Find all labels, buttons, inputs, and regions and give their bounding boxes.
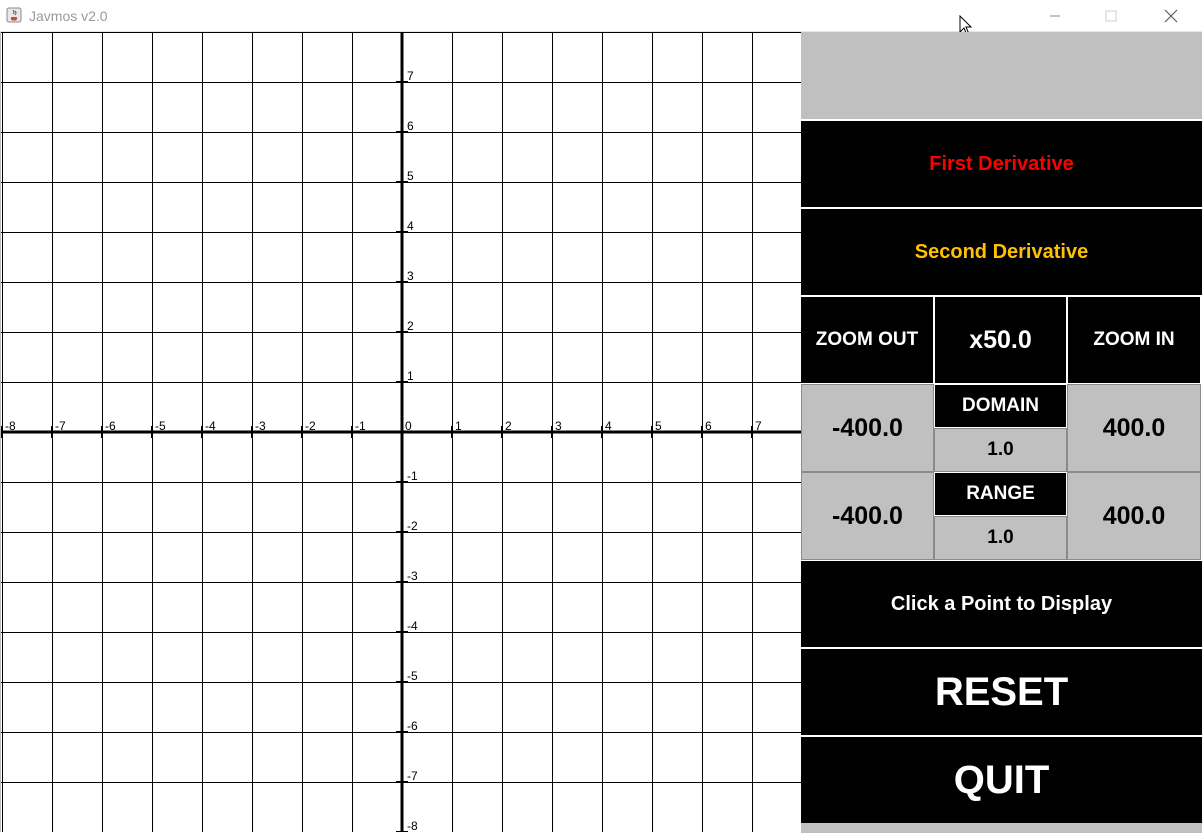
x-tick-label: 6 bbox=[705, 419, 712, 433]
y-tick-label: -3 bbox=[407, 569, 418, 583]
reset-button[interactable]: RESET bbox=[801, 649, 1202, 735]
reset-label: RESET bbox=[934, 669, 1069, 714]
x-tick-label: 1 bbox=[455, 419, 462, 433]
function-input[interactable] bbox=[801, 32, 1202, 119]
quit-label: QUIT bbox=[953, 757, 1050, 802]
y-tick-label: 6 bbox=[407, 119, 414, 133]
x-tick-label: -6 bbox=[105, 419, 116, 433]
domain-step-value: 1.0 bbox=[987, 439, 1014, 460]
y-tick-label: -7 bbox=[407, 769, 418, 783]
point-display-text: Click a Point to Display bbox=[890, 592, 1113, 615]
range-step-value: 1.0 bbox=[987, 527, 1014, 548]
second-derivative-button[interactable]: Second Derivative bbox=[801, 209, 1202, 295]
y-tick-label: -8 bbox=[407, 819, 418, 832]
zoom-in-button[interactable]: ZOOM IN bbox=[1068, 297, 1200, 383]
domain-label: DOMAIN bbox=[935, 385, 1066, 427]
maximize-button[interactable] bbox=[1088, 0, 1134, 32]
domain-max-value: 400.0 bbox=[1102, 413, 1166, 442]
x-tick-label: 3 bbox=[555, 419, 562, 433]
window-title: Javmos v2.0 bbox=[29, 8, 108, 24]
x-tick-label: 5 bbox=[655, 419, 662, 433]
domain-min-field[interactable]: -400.0 bbox=[801, 384, 934, 472]
range-label: RANGE bbox=[935, 473, 1066, 515]
y-tick-label: -2 bbox=[407, 519, 418, 533]
control-panel: First Derivative Second Derivative ZOOM … bbox=[801, 32, 1202, 833]
range-max-field[interactable]: 400.0 bbox=[1067, 472, 1201, 560]
zoom-out-button[interactable]: ZOOM OUT bbox=[801, 297, 933, 383]
x-tick-label: 0 bbox=[405, 419, 412, 433]
y-tick-label: 7 bbox=[407, 69, 414, 83]
range-step-field[interactable]: 1.0 bbox=[934, 516, 1067, 560]
graph-grid: -8 -7 -6 -5 -4 -3 -2 -1 0 1 2 3 4 5 6 7 7 6 5 4 3 2 1 -1 -2 -3 -4 -… bbox=[1, 32, 801, 832]
zoom-out-label: ZOOM OUT bbox=[815, 329, 919, 350]
y-tick-label: 4 bbox=[407, 219, 414, 233]
close-icon bbox=[1164, 9, 1178, 23]
y-tick-label: -5 bbox=[407, 669, 418, 683]
close-button[interactable] bbox=[1148, 0, 1194, 32]
x-tick-label: -5 bbox=[155, 419, 166, 433]
minimize-button[interactable] bbox=[1032, 0, 1078, 32]
y-tick-label: -1 bbox=[407, 469, 418, 483]
x-tick-label: 2 bbox=[505, 419, 512, 433]
x-tick-label: 4 bbox=[605, 419, 612, 433]
panel-footer bbox=[801, 823, 1202, 833]
y-tick-label: 2 bbox=[407, 319, 414, 333]
java-app-icon bbox=[6, 7, 22, 23]
x-tick-label: -1 bbox=[355, 419, 366, 433]
y-tick-label: 3 bbox=[407, 269, 414, 283]
second-derivative-label: Second Derivative bbox=[914, 240, 1089, 263]
x-tick-label: -8 bbox=[5, 419, 16, 433]
quit-button[interactable]: QUIT bbox=[801, 737, 1202, 823]
domain-min-value: -400.0 bbox=[832, 413, 903, 442]
domain-max-field[interactable]: 400.0 bbox=[1067, 384, 1201, 472]
x-tick-label: -7 bbox=[55, 419, 66, 433]
range-min-value: -400.0 bbox=[832, 501, 903, 530]
y-tick-label: 5 bbox=[407, 169, 414, 183]
graph-canvas[interactable]: -8 -7 -6 -5 -4 -3 -2 -1 0 1 2 3 4 5 6 7 7 6 5 4 3 2 1 -1 -2 -3 -4 -… bbox=[0, 32, 801, 832]
title-bar: Javmos v2.0 bbox=[0, 0, 1202, 36]
zoom-level-display: x50.0 bbox=[935, 297, 1066, 383]
point-display: Click a Point to Display bbox=[801, 561, 1202, 647]
maximize-icon bbox=[1105, 10, 1117, 22]
zoom-level-value: x50.0 bbox=[969, 325, 1032, 354]
first-derivative-button[interactable]: First Derivative bbox=[801, 121, 1202, 207]
y-tick-label: 1 bbox=[407, 369, 414, 383]
x-tick-label: -4 bbox=[205, 419, 216, 433]
domain-label-text: DOMAIN bbox=[961, 395, 1040, 416]
minimize-icon bbox=[1050, 15, 1060, 17]
y-tick-label: -6 bbox=[407, 719, 418, 733]
range-label-text: RANGE bbox=[966, 483, 1035, 504]
x-tick-label: 7 bbox=[755, 419, 762, 433]
range-min-field[interactable]: -400.0 bbox=[801, 472, 934, 560]
y-tick-label: -4 bbox=[407, 619, 418, 633]
zoom-in-label: ZOOM IN bbox=[1093, 329, 1175, 350]
x-tick-label: -2 bbox=[305, 419, 316, 433]
x-tick-label: -3 bbox=[255, 419, 266, 433]
first-derivative-label: First Derivative bbox=[929, 152, 1074, 175]
range-max-value: 400.0 bbox=[1102, 501, 1166, 530]
domain-step-field[interactable]: 1.0 bbox=[934, 428, 1067, 472]
